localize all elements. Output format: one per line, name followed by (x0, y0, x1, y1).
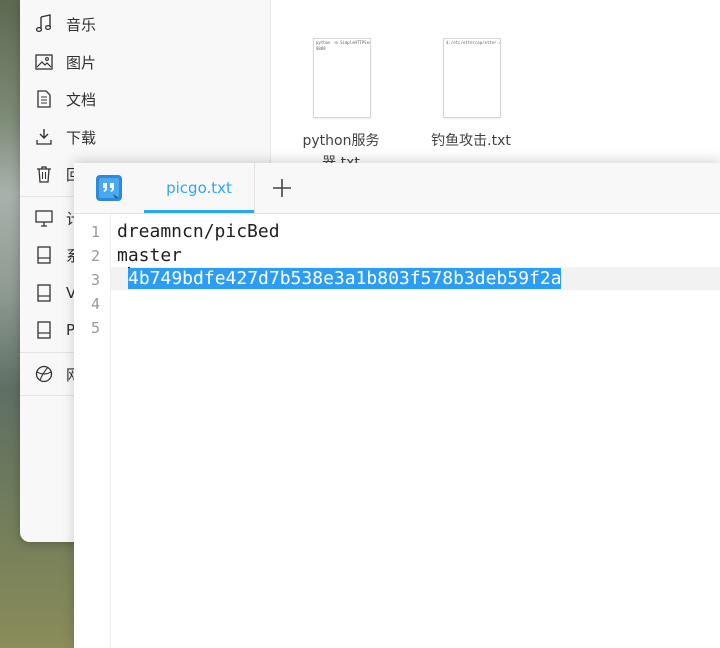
add-tab-button[interactable] (270, 176, 294, 200)
sidebar-item-disk-v[interactable]: V (34, 279, 76, 307)
sidebar-item-music[interactable]: 音乐 (34, 10, 96, 38)
line-number-gutter: 1 2 3 4 5 (74, 214, 111, 648)
text-editor-app-icon (96, 175, 122, 201)
file-name[interactable]: 钓鱼攻击.txt (419, 130, 523, 152)
file-preview-text: 8888 (316, 46, 326, 51)
sidebar-item-label: 图片 (66, 53, 97, 72)
sidebar-item-downloads[interactable]: 下载 (34, 123, 96, 151)
code-line-selected: 4b749bdfe427d7b538e3a1b803f578b3deb59f2a (128, 267, 562, 291)
drive-icon (37, 284, 51, 302)
file-preview-text: d:/etc/ettercap/etter.conf (446, 40, 500, 45)
plus-icon (273, 179, 291, 197)
line-number: 1 (90, 223, 100, 241)
sidebar-item-label: 文档 (66, 90, 97, 109)
code-line: master (117, 245, 183, 266)
code-line: dreamncn/picBed (117, 221, 280, 242)
download-icon (36, 129, 52, 145)
line-number: 3 (90, 271, 100, 289)
sidebar-item-documents[interactable]: 文档 (34, 85, 96, 113)
music-note-icon (35, 14, 52, 33)
sidebar-item-label: 下载 (66, 128, 97, 147)
sidebar-item-pictures[interactable]: 图片 (34, 48, 96, 76)
trash-icon (37, 166, 51, 183)
drive-icon (37, 246, 51, 264)
tab-separator (254, 163, 255, 213)
file-name-line: 钓鱼攻击.txt (431, 133, 511, 149)
network-icon (35, 365, 53, 383)
sidebar-item-disk-p[interactable]: P (34, 316, 75, 344)
document-icon (37, 90, 51, 108)
line-number: 2 (90, 247, 100, 265)
line-number: 5 (90, 319, 100, 337)
file-thumbnail[interactable]: python -m SimpleHTTPServer 8888 (313, 38, 371, 118)
file-thumbnail[interactable]: d:/etc/ettercap/etter.conf (443, 38, 501, 118)
file-preview-text: python -m SimpleHTTPServer (316, 40, 370, 45)
line-number: 4 (90, 295, 100, 313)
editor-titlebar: picgo.txt (74, 163, 720, 214)
text-editor-window: picgo.txt 1 2 3 4 5 dreamncn/picBed mast… (74, 163, 720, 648)
tab-picgo[interactable]: picgo.txt (144, 163, 254, 213)
tab-label: picgo.txt (166, 179, 232, 197)
selected-text: 4b749bdfe427d7b538e3a1b803f578b3deb59f2a (128, 268, 562, 289)
active-tab-indicator (144, 210, 254, 213)
drive-icon (37, 321, 51, 339)
computer-icon (35, 210, 53, 227)
image-icon (35, 54, 53, 70)
sidebar-item-label: 音乐 (66, 15, 97, 34)
file-name-line: python服务 (302, 133, 380, 149)
